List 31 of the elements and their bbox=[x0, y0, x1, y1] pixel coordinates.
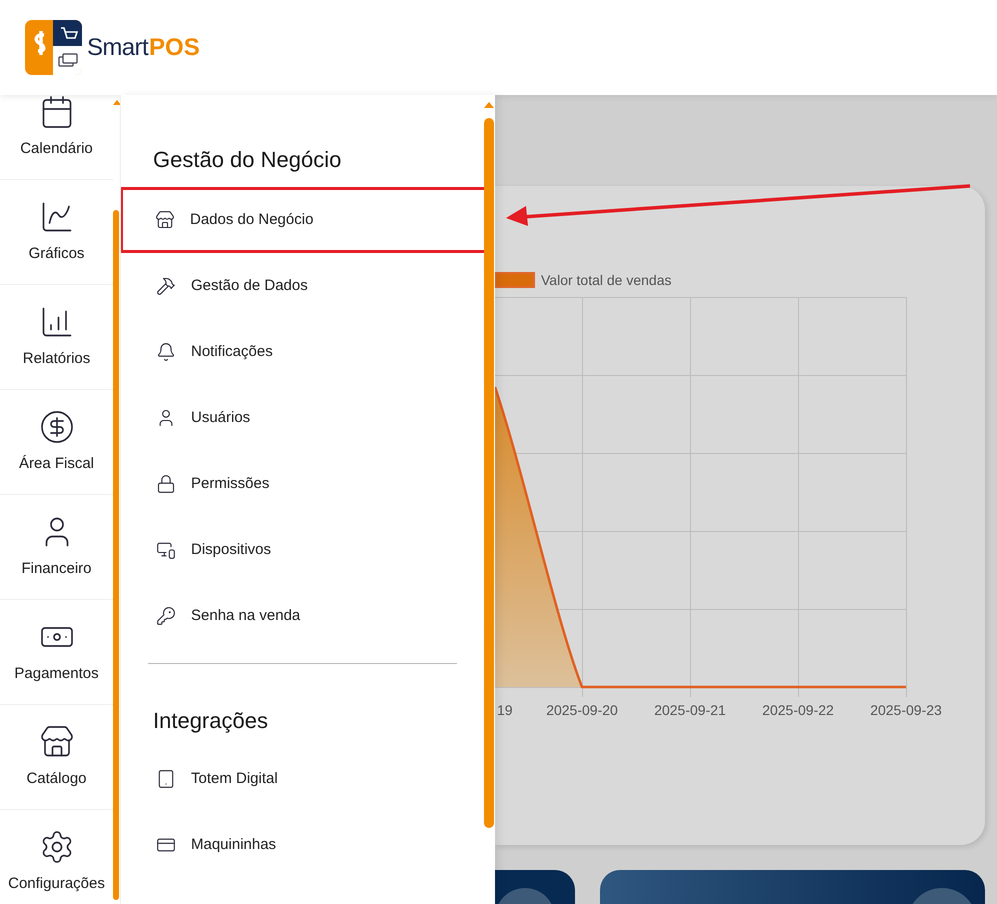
axis-label: 2025-09-23 bbox=[870, 702, 942, 718]
section-heading: Integrações bbox=[153, 707, 268, 735]
logo-accent-text: POS bbox=[149, 32, 200, 62]
logo-icon bbox=[25, 20, 82, 75]
lock-icon bbox=[156, 474, 176, 494]
axis-label: 2025-09-20 bbox=[546, 702, 618, 718]
legend-swatch bbox=[495, 272, 535, 288]
axis-label: 19 bbox=[497, 702, 513, 718]
rail-item[interactable]: Calendário bbox=[0, 95, 113, 180]
tablet-icon bbox=[156, 769, 176, 789]
menu-item[interactable]: Totem Digital bbox=[121, 746, 495, 812]
store-icon bbox=[155, 210, 175, 230]
section-heading: Gestão do Negócio bbox=[153, 146, 342, 174]
menu-item[interactable]: Dispositivos bbox=[121, 517, 495, 583]
menu-item[interactable]: Usuários bbox=[121, 385, 495, 451]
scrollbar-thumb[interactable] bbox=[484, 118, 494, 828]
hammer-icon bbox=[156, 276, 176, 296]
axis-label: 2025-09-22 bbox=[762, 702, 834, 718]
devices-icon bbox=[156, 540, 176, 560]
scrollbar-thumb[interactable] bbox=[113, 210, 119, 900]
menu-item[interactable]: Notificações bbox=[121, 319, 495, 385]
dollar-circle-icon bbox=[38, 408, 74, 445]
legend-label: Valor total de vendas bbox=[541, 270, 672, 290]
menu-item[interactable]: Permissões bbox=[121, 451, 495, 517]
key-icon bbox=[156, 606, 176, 626]
axis-label: 2025-09-21 bbox=[654, 702, 726, 718]
menu-item[interactable]: Maquininhas bbox=[121, 812, 495, 878]
bell-icon bbox=[156, 342, 176, 362]
logo-text: Smart bbox=[87, 32, 148, 62]
menu-item[interactable]: Gestão de Dados bbox=[121, 253, 495, 319]
menu-item[interactable]: Senha na venda bbox=[121, 583, 495, 649]
